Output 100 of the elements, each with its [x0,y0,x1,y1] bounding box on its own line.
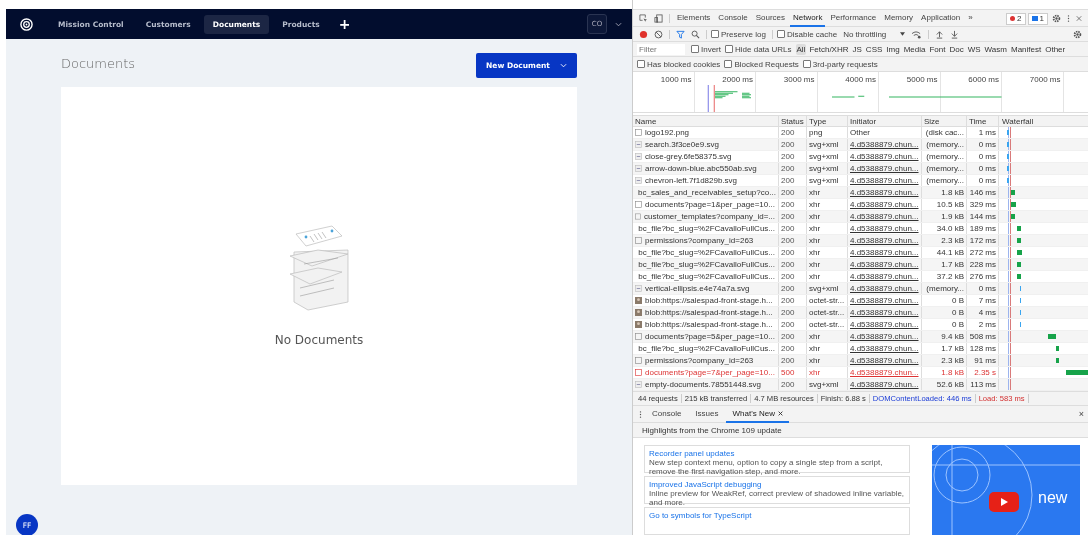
caret-down-icon [900,32,906,36]
settings-icon[interactable] [1073,29,1082,39]
request-name[interactable]: bc_file?bc_slug=%2FCavalloFullCus... [638,224,775,233]
clear-icon[interactable] [654,29,663,39]
search-icon[interactable] [691,29,700,39]
devtools-tab[interactable]: Performance [827,10,880,27]
record-icon[interactable] [639,29,648,39]
image-file-icon [635,177,642,184]
request-name[interactable]: bc_file?bc_slug=%2FCavalloFullCus... [638,272,775,281]
download-icon[interactable] [950,29,960,39]
column-header[interactable]: Type [807,116,848,126]
filter-icon[interactable] [676,29,685,39]
feature-title[interactable]: Improved JavaScript debugging [649,480,905,489]
feature-card[interactable]: Improved JavaScript debugging Inline preview for WeakRef, correct preview of shadowed inline variable, and more. [644,476,910,504]
type-filter-button[interactable]: Manifest [1009,43,1043,55]
more-options-icon[interactable] [639,409,642,419]
devtools-tab[interactable]: Elements [674,10,714,27]
initiator-cell: 4.d5388879.chun... [850,212,919,221]
checkbox[interactable] [711,30,719,38]
feature-card[interactable]: Go to symbols for TypeScript [644,507,910,535]
device-toolbar-icon[interactable] [654,14,663,23]
request-name[interactable]: search.3f3ce0e9.svg [645,140,719,149]
error-count-badge[interactable]: 2 [1006,12,1026,25]
video-thumbnail[interactable]: new [932,445,1080,535]
image-thumbnail-icon [635,297,642,304]
drawer-tab[interactable]: Console [646,405,688,423]
add-tab-button[interactable]: + [332,16,357,32]
column-header[interactable]: Size [922,116,967,126]
devtools-tab[interactable]: Sources [752,10,789,27]
checkbox[interactable] [724,60,733,68]
type-filter-button[interactable]: Media [902,43,927,55]
type-filter-button[interactable]: Wasm [983,43,1008,55]
type-filter-button[interactable]: JS [851,43,863,55]
type-filter-button[interactable]: Doc [948,43,965,55]
chevron-down-icon[interactable] [615,21,622,27]
column-header[interactable]: Time [967,116,999,126]
devtools-tab[interactable]: Console [715,10,751,27]
time-tick-label: 6000 ms [940,72,1002,112]
play-icon[interactable] [989,492,1019,512]
filter-field[interactable]: Filter [637,43,685,55]
close-icon[interactable] [777,410,783,416]
column-header[interactable]: Waterfall [999,116,1088,126]
more-options-icon[interactable] [1067,14,1070,23]
initiator-cell: 4.d5388879.chun... [850,164,919,173]
type-filter-button[interactable]: Font [928,43,947,55]
feature-title[interactable]: Recorder panel updates [649,449,905,458]
request-name[interactable]: empty-documents.78551448.svg [645,380,762,389]
wifi-settings-icon[interactable] [911,29,923,39]
request-name[interactable]: chevron-left.7f1d829b.svg [645,176,738,185]
checkbox[interactable] [691,45,699,53]
request-name[interactable]: customer_templates?company_id=... [644,212,775,221]
request-name[interactable]: vertical-ellipsis.e4e74a7a.svg [645,284,750,293]
request-name[interactable]: permissions?company_id=263 [645,356,754,365]
devtools-tab[interactable]: Application [918,10,964,27]
type-filter-button[interactable]: All [795,43,807,55]
checkbox[interactable] [725,45,733,53]
more-tabs-button[interactable]: » [965,10,976,27]
checkbox[interactable] [802,60,811,68]
request-name[interactable]: bc_file?bc_slug=%2FCavalloFullCus... [638,260,775,269]
waterfall-bar [1056,346,1059,351]
request-name[interactable]: bc_file?bc_slug=%2FCavalloFullCus... [638,248,775,257]
request-name[interactable]: close-grey.6fe58375.svg [645,152,732,161]
type-filter-button[interactable]: CSS [864,43,884,55]
type-filter-button[interactable]: Other [1044,43,1067,55]
upload-icon[interactable] [935,29,945,39]
type-filter-button[interactable]: Img [885,43,901,55]
drawer-close-button[interactable]: × [1078,409,1084,419]
devtools-tab[interactable]: Memory [881,10,917,27]
checkbox[interactable] [776,30,785,38]
column-header[interactable]: Status [779,116,807,126]
request-name[interactable]: documents?page=1&per_page=10... [645,200,775,209]
feature-title[interactable]: Go to symbols for TypeScript [649,511,905,520]
type-cell: svg+xml [807,163,848,174]
inspect-icon[interactable] [639,14,648,23]
size-cell: 1.8 kB [922,187,967,198]
status-cell: 200 [779,247,807,258]
request-name[interactable]: documents?page=5&per_page=10... [645,332,775,341]
settings-icon[interactable] [1052,14,1061,23]
request-name[interactable]: arrow-down-blue.abc550ab.svg [645,164,757,173]
message-count-badge[interactable]: 1 [1027,12,1048,25]
checkbox[interactable] [637,60,645,68]
request-name[interactable]: blob:https://salespad-front-stage.h... [645,320,773,329]
request-name[interactable]: bc_file?bc_slug=%2FCavalloFullCus... [638,344,775,353]
request-name[interactable]: bc_sales_and_receivables_setup?co... [638,188,776,197]
type-filter-button[interactable]: WS [966,43,982,55]
request-name[interactable]: permissions?company_id=263 [645,236,754,245]
column-header[interactable]: Initiator [848,116,922,126]
type-filter-button[interactable]: Fetch/XHR [808,43,850,55]
request-name[interactable]: blob:https://salespad-front-stage.h... [645,296,773,305]
request-name[interactable]: documents?page=7&per_page=10... [645,368,775,377]
type-cell: xhr [807,271,848,282]
time-cell: 228 ms [967,259,999,270]
request-name[interactable]: blob:https://salespad-front-stage.h... [645,308,773,317]
drawer-tab[interactable]: Issues [689,405,725,423]
throttling-dropdown[interactable]: No throttling [841,29,908,39]
request-name[interactable]: logo192.png [645,128,690,137]
column-header[interactable]: Name [633,116,779,126]
size-cell: 0 B [922,307,967,318]
size-cell: 1.7 kB [922,343,967,354]
image-thumbnail-icon [635,321,642,328]
